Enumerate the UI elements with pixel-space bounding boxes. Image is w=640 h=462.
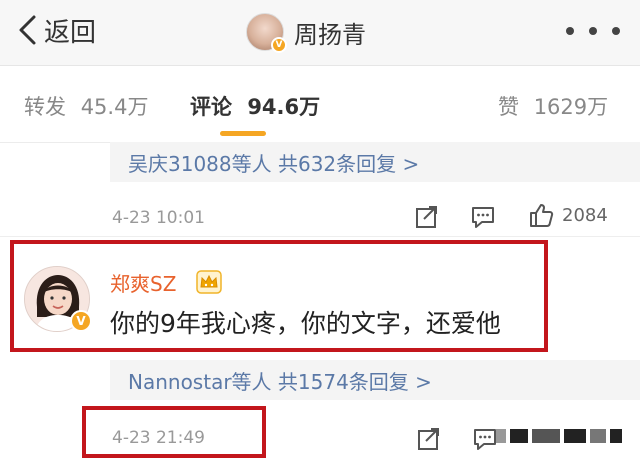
more-options-button[interactable] [566,16,620,46]
tab-label: 赞 [498,95,519,119]
like-icon [530,204,554,227]
comment-meta-row: 4-23 10:01 2084 [0,198,640,238]
back-label: 返回 [44,17,97,48]
share-icon [416,206,437,228]
back-button[interactable]: 返回 [16,12,96,48]
tab-comments[interactable]: 评论 94.6万 [190,91,320,121]
verified-icon: V [271,37,287,53]
navigation-bar: 返回 V 周扬青 [0,0,640,66]
replies-summary: Nannostar等人 共1574条回复 > [128,369,432,394]
replies-link[interactable]: Nannostar等人 共1574条回复 > [110,360,640,400]
active-tab-indicator [220,131,266,136]
tab-count: 1629万 [533,95,609,119]
tab-count: 45.4万 [80,95,149,119]
reply-button[interactable] [472,426,498,452]
share-button[interactable] [414,204,440,230]
divider [0,236,640,237]
chevron-left-icon [19,15,36,45]
tab-bar: 转发 45.4万 评论 94.6万 赞 1629万 [0,67,640,143]
tab-label: 转发 [24,95,66,119]
tab-likes[interactable]: 赞 1629万 [498,91,608,121]
replies-summary: 吴庆31088等人 共632条回复 > [128,151,420,176]
comment-icon [474,429,496,450]
tab-label: 评论 [190,95,232,119]
like-button[interactable]: 2084 [528,202,608,228]
dot-icon [566,27,574,35]
reply-button[interactable] [470,204,496,230]
watermark [496,422,636,450]
nav-profile[interactable]: V 周扬青 [246,10,366,54]
like-count: 2084 [562,204,608,226]
dot-icon [612,27,620,35]
tab-reposts[interactable]: 转发 45.4万 [24,91,148,121]
comment-icon [472,207,494,228]
tab-count: 94.6万 [247,95,321,119]
avatar[interactable]: V [246,13,287,53]
page-title: 周扬青 [294,20,366,49]
timestamp: 4-23 10:01 [112,208,205,228]
share-icon [418,428,439,450]
highlight-box [10,240,548,352]
share-button[interactable] [416,426,442,452]
replies-link[interactable]: 吴庆31088等人 共632条回复 > [110,142,640,182]
dot-icon [589,27,597,35]
highlight-box [82,406,266,458]
